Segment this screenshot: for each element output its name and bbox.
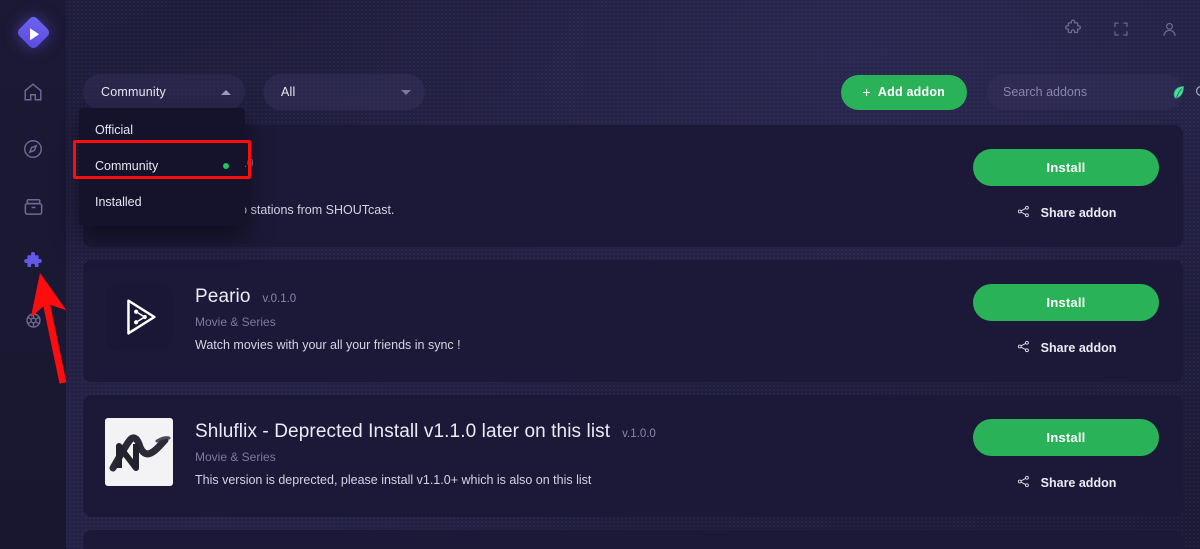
- dropdown-option-installed[interactable]: Installed: [79, 184, 245, 220]
- source-filter-select[interactable]: Community: [83, 74, 245, 110]
- install-button[interactable]: Install: [973, 284, 1159, 321]
- share-icon: [1016, 474, 1031, 492]
- app-logo[interactable]: [15, 14, 51, 50]
- add-addon-button[interactable]: + Add addon: [840, 74, 967, 110]
- addon-icon: [105, 283, 173, 351]
- table-row[interactable]: S v.1.0.0 ovie 000 radio stations from S…: [83, 125, 1183, 247]
- chevron-down-icon: [401, 89, 411, 95]
- sidebar-nav: [0, 75, 66, 337]
- addon-actions: Install Share addon: [971, 278, 1161, 364]
- dropdown-option-community[interactable]: Community: [79, 148, 245, 184]
- share-addon-button[interactable]: Share addon: [1016, 204, 1117, 222]
- addon-version: v.0.1.0: [262, 293, 297, 305]
- fullscreen-icon: [1114, 22, 1128, 36]
- dropdown-option-label: Community: [95, 159, 159, 173]
- dropdown-option-label: Official: [95, 123, 133, 137]
- addon-info: Peario v.0.1.0 Movie & Series Watch movi…: [195, 278, 971, 364]
- shluflix-brush-icon: [105, 418, 173, 486]
- share-addon-label: Share addon: [1040, 206, 1117, 220]
- addon-description: 000 radio stations from SHOUTcast.: [195, 203, 395, 217]
- peario-play-share-icon: [105, 283, 173, 351]
- addon-description: Watch movies with your all your friends …: [195, 338, 461, 352]
- library-box-icon: [24, 198, 42, 215]
- addon-category: Movie & Series: [195, 450, 276, 464]
- add-addon-label: Add addon: [877, 85, 945, 99]
- type-filter-select[interactable]: All: [263, 74, 425, 110]
- chevron-up-icon: [221, 89, 231, 95]
- share-addon-label: Share addon: [1040, 341, 1117, 355]
- source-filter-value: Community: [101, 85, 167, 99]
- topbar-addons-button[interactable]: [1060, 16, 1086, 42]
- dropdown-option-label: Installed: [95, 195, 142, 209]
- leaf-icon[interactable]: [1172, 85, 1186, 100]
- sidebar-item-settings[interactable]: [16, 303, 50, 337]
- account-button[interactable]: [1156, 16, 1182, 42]
- addon-category: ovie: [195, 180, 971, 194]
- plus-icon: +: [862, 84, 871, 100]
- topbar: [66, 0, 1200, 58]
- search-input[interactable]: [1003, 85, 1164, 99]
- table-row[interactable]: Peario v.0.1.0 Movie & Series Watch movi…: [83, 260, 1183, 382]
- share-addon-button[interactable]: Share addon: [1016, 474, 1117, 492]
- table-row[interactable]: Shluflix - Deprected Install v1.1.0 late…: [83, 395, 1183, 517]
- sidebar-item-library[interactable]: [16, 189, 50, 223]
- share-addon-button[interactable]: Share addon: [1016, 339, 1117, 357]
- gear-icon: [25, 312, 41, 328]
- addon-actions: Install Share addon: [971, 413, 1161, 499]
- addon-category: Movie & Series: [195, 315, 276, 329]
- share-icon: [1016, 339, 1031, 357]
- addon-title: Peario: [195, 286, 251, 307]
- install-button[interactable]: Install: [973, 419, 1159, 456]
- puzzle-icon: [24, 252, 42, 267]
- addon-info: Shluflix - Deprected Install v1.1.0 late…: [195, 413, 971, 499]
- addon-info: S v.1.0.0 ovie 000 radio stations from S…: [195, 143, 971, 229]
- fullscreen-button[interactable]: [1108, 16, 1134, 42]
- addon-title: Shluflix - Deprected Install v1.1.0 late…: [195, 421, 611, 442]
- table-row[interactable]: [83, 530, 1183, 549]
- selected-dot-icon: [223, 163, 229, 169]
- addon-icon: [105, 418, 173, 486]
- source-filter-dropdown: Official Community Installed: [79, 108, 245, 226]
- search-addons-box[interactable]: [987, 74, 1200, 110]
- addon-description: This version is deprected, please instal…: [195, 473, 592, 487]
- toolbar: Community All + Add addon: [83, 74, 1200, 110]
- puzzle-icon: [1065, 19, 1081, 34]
- type-filter-value: All: [281, 85, 296, 99]
- search-icon[interactable]: [1194, 84, 1200, 100]
- share-addon-label: Share addon: [1040, 476, 1117, 490]
- sidebar-item-addons[interactable]: [16, 246, 50, 280]
- sidebar-item-discover[interactable]: [16, 132, 50, 166]
- addon-actions: Install Share addon: [971, 143, 1161, 229]
- dropdown-option-official[interactable]: Official: [79, 112, 245, 148]
- addon-version: v.1.0.0: [622, 428, 656, 440]
- sidebar: [0, 0, 66, 549]
- addons-list: S v.1.0.0 ovie 000 radio stations from S…: [83, 125, 1183, 549]
- sidebar-item-home[interactable]: [16, 75, 50, 109]
- compass-icon: [24, 140, 42, 158]
- share-icon: [1016, 204, 1031, 222]
- addons-page: Community All + Add addon Search addons …: [0, 0, 1200, 549]
- install-button[interactable]: Install: [973, 149, 1159, 186]
- home-icon: [24, 83, 42, 101]
- user-icon: [1162, 22, 1176, 36]
